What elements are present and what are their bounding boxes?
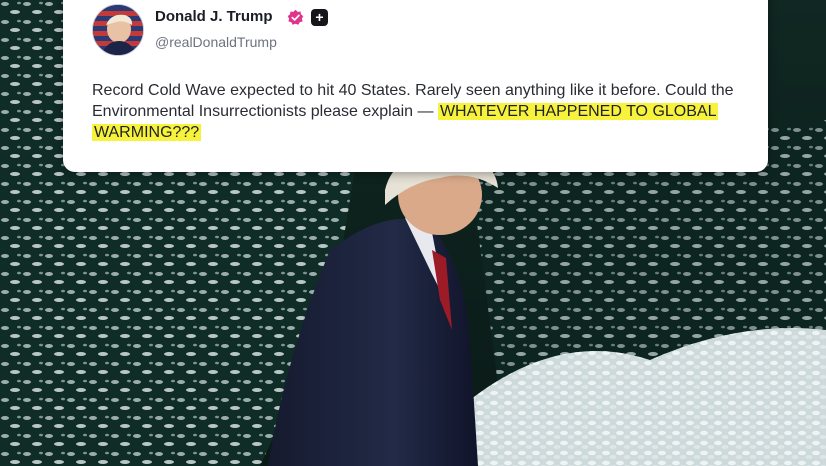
plus-icon: +: [311, 9, 328, 26]
post-body: Record Cold Wave expected to hit 40 Stat…: [92, 80, 752, 143]
profile-avatar[interactable]: [92, 4, 144, 56]
display-name[interactable]: Donald J. Trump: [155, 8, 273, 25]
verified-badge-icon: [287, 9, 304, 25]
post-card[interactable]: Donald J. Trump + @realDonaldTrump Recor…: [63, 0, 768, 172]
user-handle[interactable]: @realDonaldTrump: [155, 34, 277, 50]
